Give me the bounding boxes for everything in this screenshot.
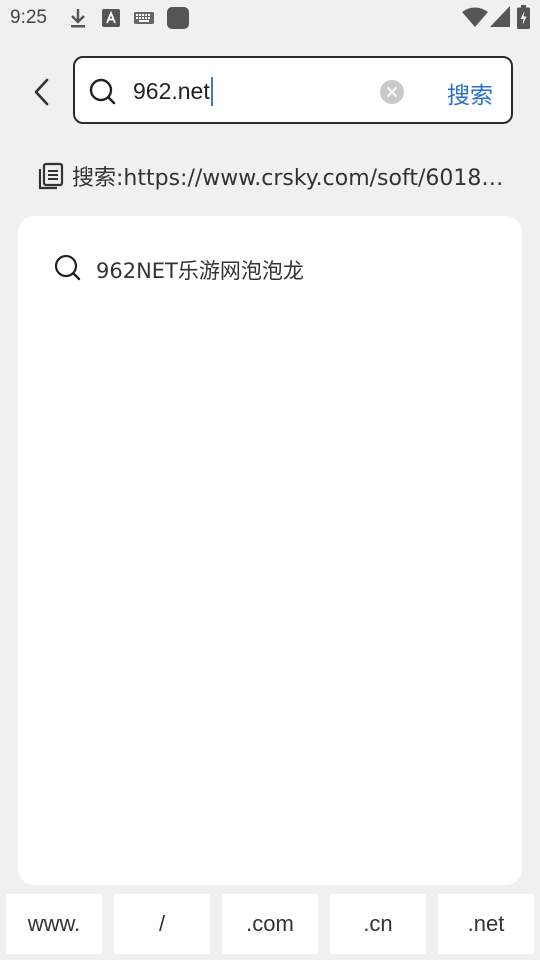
status-time: 9:25 xyxy=(10,7,47,28)
chevron-left-icon xyxy=(34,78,49,106)
quick-key-net[interactable]: .net xyxy=(438,894,534,954)
text-a-icon xyxy=(102,9,120,32)
quick-key-com[interactable]: .com xyxy=(222,894,318,954)
url-suggestion-text: 搜索:https://www.crsky.com/soft/60180.html xyxy=(72,166,504,191)
suggestion-text: 962NET乐游网泡泡龙 xyxy=(96,259,304,283)
url-search-suggestion[interactable]: 搜索:https://www.crsky.com/soft/60180.html xyxy=(38,158,508,194)
keyboard-icon xyxy=(134,12,154,31)
status-bar: 9:25 xyxy=(0,0,540,36)
clear-button[interactable] xyxy=(380,80,404,104)
download-icon xyxy=(68,6,88,35)
app-square-icon xyxy=(166,6,190,35)
quick-key-www[interactable]: www. xyxy=(6,894,102,954)
suggestion-item[interactable]: 962NET乐游网泡泡龙 xyxy=(54,252,304,288)
battery-charging-icon xyxy=(517,5,530,34)
search-box[interactable]: 搜索 xyxy=(73,56,513,124)
search-input[interactable] xyxy=(133,76,373,106)
quick-input-bar: www. / .com .cn .net xyxy=(0,894,540,954)
signal-icon xyxy=(490,6,510,32)
search-submit-button[interactable]: 搜索 xyxy=(447,76,493,110)
suggestions-card: 962NET乐游网泡泡龙 xyxy=(18,216,522,885)
document-icon xyxy=(38,162,64,190)
quick-key-slash[interactable]: / xyxy=(114,894,210,954)
search-icon xyxy=(54,254,82,287)
text-caret xyxy=(211,77,213,106)
back-button[interactable] xyxy=(22,72,62,112)
wifi-icon xyxy=(462,7,488,32)
search-icon xyxy=(89,78,117,111)
quick-key-cn[interactable]: .cn xyxy=(330,894,426,954)
close-icon xyxy=(387,87,397,97)
